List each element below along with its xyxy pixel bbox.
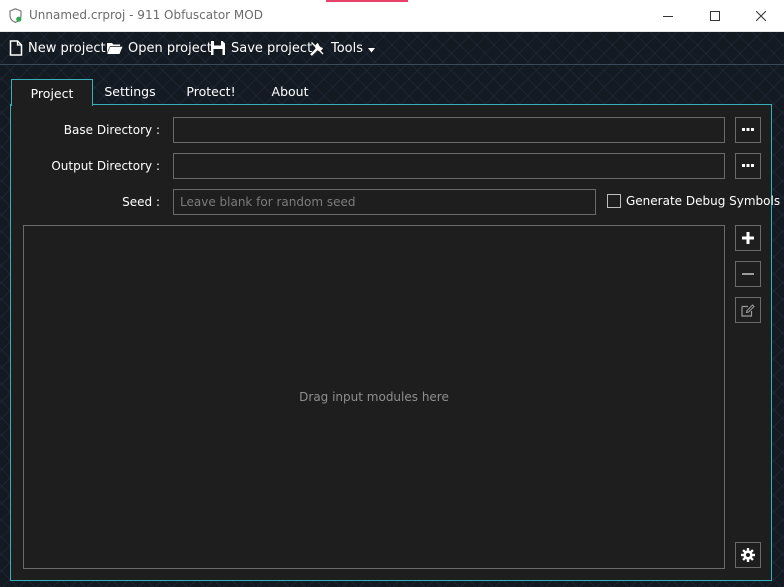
debug-symbols-label: Generate Debug Symbols xyxy=(626,194,781,208)
tools-menu-button[interactable]: Tools xyxy=(309,38,376,58)
open-project-button[interactable]: Open project xyxy=(106,38,212,58)
edit-icon xyxy=(741,303,755,317)
tools-label: Tools xyxy=(331,40,364,56)
ellipsis-icon xyxy=(742,128,754,131)
tab-about[interactable]: About xyxy=(252,79,328,104)
titlebar-accent-stripe xyxy=(326,0,408,2)
debug-symbols-checkbox[interactable] xyxy=(607,194,621,208)
dropdown-arrow-icon xyxy=(368,47,376,52)
output-directory-input[interactable] xyxy=(173,153,725,179)
save-project-button[interactable]: Save project xyxy=(210,38,312,58)
output-directory-label: Output Directory : xyxy=(51,159,160,173)
maximize-icon xyxy=(710,10,720,21)
minimize-button[interactable] xyxy=(645,0,691,31)
tab-project-label: Project xyxy=(30,85,74,101)
base-directory-label: Base Directory : xyxy=(63,123,160,137)
open-project-label: Open project xyxy=(128,40,212,56)
seed-input[interactable] xyxy=(173,189,596,215)
window-title: Unnamed.crproj - 911 Obfuscator MOD xyxy=(29,8,263,22)
shield-icon xyxy=(9,8,22,23)
title-bar: Unnamed.crproj - 911 Obfuscator MOD xyxy=(0,0,784,32)
edit-module-button[interactable] xyxy=(735,297,761,323)
folder-open-icon xyxy=(107,43,123,54)
toolbar: New project Open project Save project To… xyxy=(0,32,784,64)
tab-settings[interactable]: Settings xyxy=(91,79,169,104)
browse-output-directory-button[interactable] xyxy=(735,153,761,179)
add-module-button[interactable] xyxy=(735,225,761,251)
modules-drop-area[interactable]: Drag input modules here xyxy=(23,225,725,569)
minus-icon xyxy=(742,272,754,275)
base-directory-input[interactable] xyxy=(173,117,725,143)
gear-icon xyxy=(741,548,755,562)
tab-project[interactable]: Project xyxy=(11,79,93,106)
plus-icon xyxy=(742,232,754,244)
tab-protect[interactable]: Protect! xyxy=(170,79,252,104)
tools-icon xyxy=(310,41,324,56)
tab-settings-label: Settings xyxy=(104,84,156,99)
close-icon xyxy=(756,10,766,21)
ellipsis-icon xyxy=(742,164,754,167)
minimize-icon xyxy=(663,15,673,17)
new-file-icon xyxy=(9,40,23,56)
save-project-label: Save project xyxy=(231,40,313,56)
module-settings-button[interactable] xyxy=(735,542,761,568)
drop-hint: Drag input modules here xyxy=(299,390,449,404)
remove-module-button[interactable] xyxy=(735,261,761,287)
tab-about-label: About xyxy=(271,84,309,99)
new-project-label: New project xyxy=(28,40,106,56)
tab-protect-label: Protect! xyxy=(186,84,236,99)
close-button[interactable] xyxy=(738,0,784,31)
toolbar-divider xyxy=(0,64,784,65)
browse-base-directory-button[interactable] xyxy=(735,117,761,143)
save-icon xyxy=(211,41,225,55)
new-project-button[interactable]: New project xyxy=(9,38,106,58)
maximize-button[interactable] xyxy=(692,0,738,31)
seed-label: Seed : xyxy=(122,195,160,209)
